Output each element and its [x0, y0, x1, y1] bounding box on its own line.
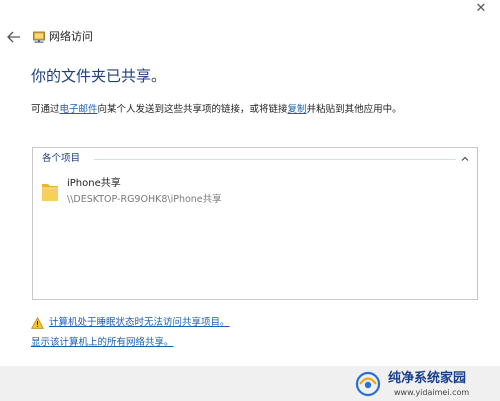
group-title: 各个项目: [42, 152, 87, 166]
sleep-warning-link[interactable]: 计算机处于睡眠状态时无法访问共享项目。: [49, 316, 230, 330]
list-item[interactable]: iPhone共享 \\DESKTOP-RG9OHK8\iPhone共享: [41, 176, 301, 206]
watermark-url: www.yidaimei.com: [394, 388, 470, 397]
back-arrow-icon[interactable]: [6, 30, 22, 44]
footer-bar: 纯净系统家园 www.yidaimei.com: [0, 366, 500, 401]
group-divider: [94, 159, 456, 160]
description-text-1: 可通过: [31, 104, 60, 115]
warning-icon: [31, 317, 44, 329]
watermark-text: 纯净系统家园: [388, 371, 467, 386]
window-title: 网络访问: [49, 30, 93, 43]
close-window-button[interactable]: ✕: [472, 2, 490, 16]
description-text-3: 并粘贴到其他应用中。: [306, 104, 402, 115]
watermark-logo-icon: [355, 371, 381, 397]
chevron-up-icon[interactable]: [460, 154, 470, 164]
copy-link[interactable]: 复制: [288, 104, 307, 115]
shared-items-panel: 各个项目 iPhone共享 \\DESKTOP-RG9OHK8\iPhone共享: [32, 147, 478, 300]
group-header[interactable]: 各个项目: [42, 152, 470, 166]
folder-icon: [42, 184, 58, 201]
description-text-2: 向某个人发送到这些共享项的链接，或将链接: [97, 104, 288, 115]
item-path: \\DESKTOP-RG9OHK8\iPhone共享: [67, 194, 222, 205]
item-name: iPhone共享: [67, 178, 121, 189]
share-description: 可通过电子邮件向某个人发送到这些共享项的链接，或将链接复制并粘贴到其他应用中。: [31, 103, 402, 117]
title-bar: 网络访问: [0, 24, 500, 50]
page-title: 你的文件夹已共享。: [31, 67, 167, 85]
show-all-shares-link[interactable]: 显示该计算机上的所有网络共享。: [31, 336, 174, 350]
email-link[interactable]: 电子邮件: [60, 104, 98, 115]
network-folder-icon: [33, 31, 45, 43]
watermark: 纯净系统家园 www.yidaimei.com: [354, 369, 494, 399]
